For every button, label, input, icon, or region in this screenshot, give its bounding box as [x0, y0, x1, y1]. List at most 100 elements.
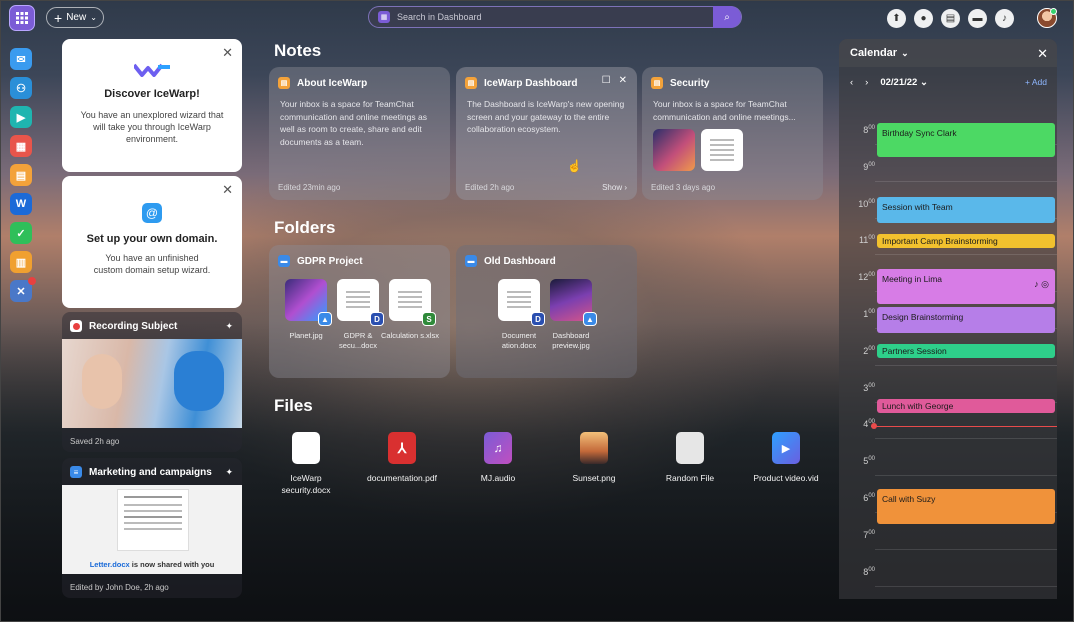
hour-label: 800 [863, 566, 875, 577]
tasks-app-icon[interactable]: ✓ [10, 222, 32, 244]
calendar-event[interactable]: Birthday Sync Clark [877, 123, 1055, 157]
note-footer: Edited 23min ago [278, 183, 341, 192]
new-button[interactable]: + New ⌄ [46, 7, 104, 28]
calendar-event[interactable]: Call with Suzy [877, 489, 1055, 524]
add-event-button[interactable]: + Add [1025, 77, 1047, 87]
user-avatar[interactable] [1037, 8, 1057, 28]
file-name: IceWarp security.docx [281, 473, 331, 495]
file-thumbnail[interactable]: ▲ [285, 279, 332, 326]
file-thumbnail[interactable]: S [389, 279, 436, 326]
chat-icon[interactable]: ● [914, 9, 933, 28]
file-name: documentation.pdf [367, 473, 437, 483]
file-item[interactable]: ▶ Product video.vid [741, 432, 831, 484]
tools-app-icon[interactable]: ✕ [10, 277, 36, 302]
hour-label: 500 [863, 456, 875, 467]
event-title: Call with Suzy [882, 494, 936, 504]
file-item[interactable]: IceWarp security.docx [261, 432, 351, 496]
file-thumbnail[interactable]: ▲ [550, 279, 597, 326]
calendar-event[interactable]: Session with Team [877, 197, 1055, 223]
online-status-dot [1050, 8, 1057, 15]
pin-icon[interactable]: ✦ [225, 321, 233, 332]
search-input[interactable] [397, 12, 697, 22]
folder-card[interactable]: ▬ GDPR Project ▲ D S Planet.jpg GDPR & se… [269, 245, 450, 378]
note-card[interactable]: ▤ Security Your inbox is a space for Team… [642, 67, 823, 200]
file-item[interactable]: Sunset.png [549, 432, 639, 484]
close-icon[interactable]: ✕ [1037, 46, 1048, 62]
pin-icon[interactable]: ✦ [225, 467, 233, 478]
hour-gridline [875, 548, 1057, 550]
hour-label: 600 [863, 493, 875, 503]
calendar-event[interactable]: Lunch with George [877, 399, 1055, 413]
recording-thumbnail [62, 339, 242, 428]
shared-file-link[interactable]: Letter.docx [90, 560, 130, 569]
cursor-icon: ☝ [567, 159, 582, 173]
hour-gridline [875, 254, 1057, 256]
hour-label: 1200 [858, 272, 875, 283]
folder-card[interactable]: ▬ Old Dashboard D ▲ Document ation.docx D… [456, 245, 637, 378]
file-item[interactable]: ⅄ documentation.pdf [357, 432, 447, 484]
hour-label: 1000 [858, 198, 875, 209]
message-icon[interactable]: ▬ [968, 9, 987, 28]
chevron-down-icon: ⌄ [901, 47, 909, 58]
marketing-card[interactable]: ≡ Marketing and campaigns ✦ Letter.docx … [62, 458, 242, 598]
notes-app-icon[interactable]: ▤ [10, 164, 32, 186]
mail-app-icon[interactable]: ✉ [10, 48, 32, 70]
document-thumbnail[interactable] [701, 129, 743, 171]
plus-icon: + [54, 9, 63, 26]
file-item[interactable]: ♫ MJ.audio [453, 432, 543, 484]
discover-title: Discover IceWarp! [104, 88, 200, 100]
bell-icon[interactable]: ♪ [995, 9, 1014, 28]
event-title: Important Camp Brainstorming [882, 236, 998, 246]
file-name: Document ation.docx [501, 331, 537, 350]
current-time-line [871, 426, 1057, 427]
calendar-event[interactable]: Design Brainstorming [877, 307, 1055, 333]
calendar-app-icon[interactable]: ▦ [10, 135, 32, 157]
search-button[interactable]: ⌕ [713, 6, 741, 28]
documents-app-icon[interactable]: ▥ [10, 251, 32, 273]
upload-icon[interactable]: ⬆ [887, 9, 906, 28]
note-title: Security [670, 77, 710, 89]
file-name: Dashboard preview.jpg [552, 331, 590, 350]
hour-label: 300 [863, 382, 875, 393]
discover-card[interactable]: ✕ Discover IceWarp! You have an unexplor… [62, 39, 242, 172]
document-icon: ≡ [70, 466, 82, 478]
show-label: Show [602, 183, 623, 192]
file-thumbnail[interactable]: D [337, 279, 384, 326]
marketing-card-header: ≡ Marketing and campaigns [62, 458, 242, 486]
discover-text: You have an unexplored wizard that will … [80, 110, 224, 144]
calendar-event[interactable]: Important Camp Brainstorming [877, 234, 1055, 248]
close-icon[interactable]: ✕ [222, 182, 233, 198]
recording-card[interactable]: Recording Subject ✦ Saved 2h ago [62, 312, 242, 452]
calendar-event[interactable]: Meeting in Lima ♪ ◎ [877, 269, 1055, 304]
show-button[interactable]: Show › [602, 183, 627, 192]
recording-title: Recording Subject [89, 320, 178, 332]
domain-text: You have an unfinished custom domain set… [93, 253, 211, 275]
meetings-app-icon[interactable]: ▶ [10, 106, 32, 128]
event-title: Lunch with George [882, 401, 954, 411]
hour-gridline [875, 475, 1057, 477]
app-sidebar: ✉ ⚇ ▶ ▦ ▤ W ✓ ▥ ✕ [10, 48, 36, 302]
domain-card[interactable]: ✕ @ Set up your own domain. You have an … [62, 176, 242, 308]
expand-icon[interactable]: ☐ [602, 75, 611, 86]
apps-grid-button[interactable] [9, 5, 35, 31]
prev-day-icon[interactable]: ‹ [850, 77, 853, 88]
contacts-app-icon[interactable]: ⚇ [10, 77, 32, 99]
docx-badge-icon: D [531, 312, 545, 326]
calendar-date[interactable]: 02/21/22 ⌄ [880, 77, 928, 88]
next-day-icon[interactable]: › [865, 77, 868, 88]
close-icon[interactable]: ✕ [222, 45, 233, 61]
note-text: Your inbox is a space for TeamChat commu… [653, 99, 796, 122]
calendar-icon[interactable]: ▤ [941, 9, 960, 28]
image-thumbnail[interactable] [653, 129, 695, 171]
files-app-icon[interactable]: W [10, 193, 32, 215]
file-item[interactable]: Random File [645, 432, 735, 484]
toolbar-icons: ⬆ ● ▤ ▬ ♪ [887, 9, 1014, 28]
calendar-header[interactable]: Calendar ⌄ [839, 39, 1057, 67]
event-title: Session with Team [882, 202, 953, 212]
note-card[interactable]: ▤ About IceWarp Your inbox is a space for… [269, 67, 450, 200]
file-thumbnail[interactable]: D [498, 279, 545, 326]
note-card[interactable]: ▤ IceWarp Dashboard ☐ ✕ The Dashboard is I… [456, 67, 637, 200]
close-icon[interactable]: ✕ [619, 75, 627, 86]
calendar-event[interactable]: Partners Session [877, 344, 1055, 358]
hour-label: 900 [863, 161, 875, 172]
